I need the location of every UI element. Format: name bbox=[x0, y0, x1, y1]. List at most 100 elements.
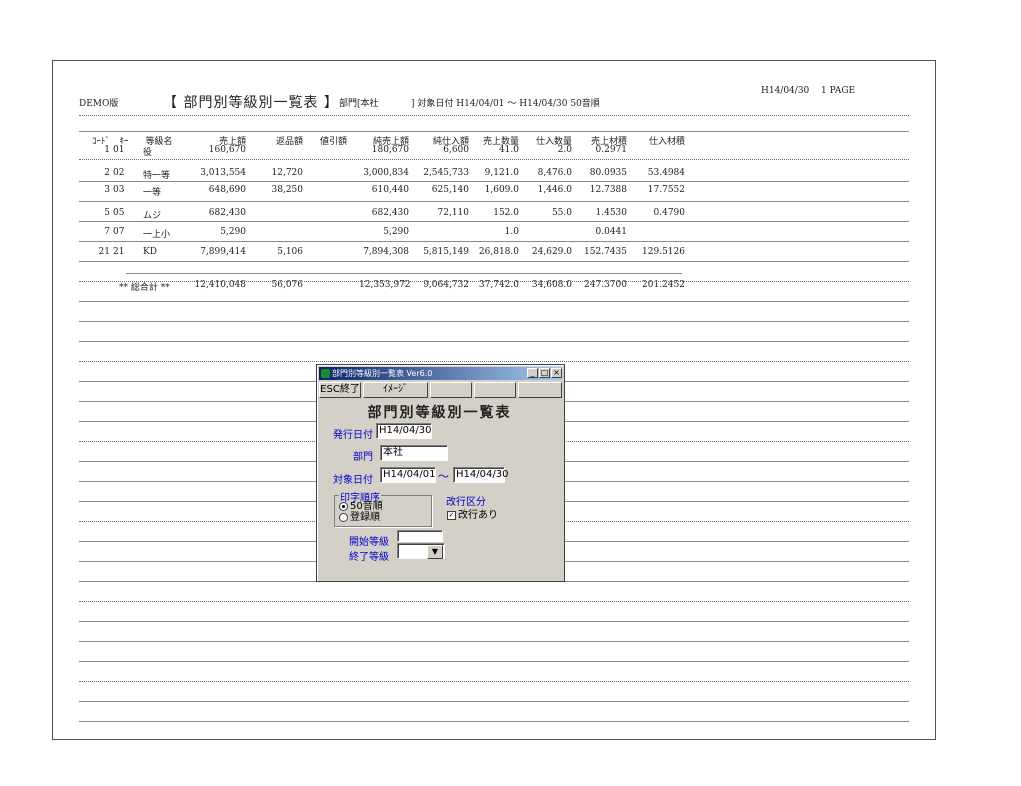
header-divider bbox=[79, 115, 909, 116]
row-divider bbox=[79, 261, 909, 262]
table-cell: 17.7552 bbox=[647, 185, 685, 195]
dept-field[interactable]: 本社 bbox=[380, 445, 448, 461]
table-cell: 55.0 bbox=[551, 208, 572, 218]
issue-date-field[interactable]: H14/04/30 bbox=[376, 423, 432, 439]
table-cell: 1.4530 bbox=[595, 208, 628, 218]
table-cell: 2 bbox=[104, 168, 110, 178]
table-cell: 07 bbox=[113, 227, 125, 237]
ruled-line bbox=[79, 301, 909, 302]
settings-dialog: 部門別等級別一覧表 Ver6.0 _ □ × ESC終了 ｲﾒｰｼﾞ 部門別等級… bbox=[316, 364, 565, 582]
start-grade-label: 開始等級 bbox=[349, 537, 389, 548]
order-option-registered[interactable]: 登録順 bbox=[339, 512, 380, 523]
table-cell: 9,121.0 bbox=[484, 168, 519, 178]
table-cell: 7 bbox=[104, 227, 110, 237]
table-cell: 12.7388 bbox=[589, 185, 627, 195]
toolbar-blank-button-2[interactable] bbox=[474, 382, 516, 398]
table-cell: 625,140 bbox=[431, 185, 469, 195]
table-cell: 0.2971 bbox=[595, 145, 628, 155]
table-cell: 1 bbox=[104, 145, 110, 155]
table-cell: 03 bbox=[113, 185, 125, 195]
radio-selected-icon bbox=[339, 501, 348, 511]
window-title: 部門別等級別一覧表 Ver6.0 bbox=[332, 369, 433, 378]
table-cell: 2.0 bbox=[557, 145, 572, 155]
table-cell: 5,815,149 bbox=[423, 247, 469, 257]
ruled-line bbox=[79, 721, 909, 722]
row-divider bbox=[79, 159, 909, 160]
print-order-group: 印字順序 50音順 登録順 bbox=[334, 489, 432, 527]
table-cell: 一上小 bbox=[143, 230, 171, 240]
table-cell: 0.0441 bbox=[595, 227, 628, 237]
table-top-rule bbox=[79, 131, 909, 132]
column-header: 仕入材積 bbox=[648, 137, 685, 147]
table-cell: 80.0935 bbox=[589, 168, 627, 178]
table-cell: 7,899,414 bbox=[200, 247, 246, 257]
dialog-titlebar[interactable]: 部門別等級別一覧表 Ver6.0 _ □ × bbox=[319, 367, 562, 380]
start-grade-field[interactable] bbox=[397, 530, 443, 542]
target-date-from-field[interactable]: H14/04/01 bbox=[380, 467, 436, 483]
table-cell: 1,446.0 bbox=[537, 185, 572, 195]
table-cell: 12,720 bbox=[271, 168, 304, 178]
table-cell: 7,894,308 bbox=[363, 247, 409, 257]
table-cell: 72,110 bbox=[437, 208, 470, 218]
table-cell: 01 bbox=[113, 145, 125, 155]
issue-date-label: 発行日付 bbox=[333, 430, 373, 441]
table-cell: 8,476.0 bbox=[537, 168, 572, 178]
table-cell: 3 bbox=[104, 185, 110, 195]
table-cell: 3,000,834 bbox=[363, 168, 409, 178]
table-cell: 53.4984 bbox=[647, 168, 685, 178]
table-cell: 0.4790 bbox=[653, 208, 686, 218]
end-grade-label: 終了等級 bbox=[349, 552, 389, 563]
table-cell: 682,430 bbox=[208, 208, 246, 218]
table-cell: 1,609.0 bbox=[484, 185, 519, 195]
total-rule bbox=[126, 273, 682, 274]
ruled-line bbox=[79, 701, 909, 702]
table-cell: 38,250 bbox=[271, 185, 304, 195]
radio-unselected-icon bbox=[339, 512, 348, 522]
ruled-line bbox=[79, 321, 909, 322]
row-divider bbox=[79, 201, 909, 202]
table-cell: 05 bbox=[113, 208, 125, 218]
close-button[interactable]: × bbox=[551, 368, 562, 378]
image-preview-button[interactable]: ｲﾒｰｼﾞ bbox=[363, 382, 428, 398]
table-cell: 160,670 bbox=[208, 145, 246, 155]
column-header: 返品額 bbox=[275, 137, 303, 147]
table-cell: 3,013,554 bbox=[200, 168, 246, 178]
row-divider bbox=[79, 181, 909, 182]
esc-exit-button[interactable]: ESC終了 bbox=[319, 382, 361, 398]
order-option-50on[interactable]: 50音順 bbox=[339, 501, 383, 512]
table-cell: 一等 bbox=[143, 188, 162, 198]
table-cell: 24,629.0 bbox=[531, 247, 572, 257]
table-cell: 21 bbox=[113, 247, 125, 257]
page-break-checkbox[interactable]: ✓ 改行あり bbox=[447, 510, 498, 521]
table-cell: 180,670 bbox=[371, 145, 409, 155]
ruled-line bbox=[79, 641, 909, 642]
ruled-line bbox=[79, 341, 909, 342]
ruled-line bbox=[79, 621, 909, 622]
toolbar-blank-button-3[interactable] bbox=[518, 382, 562, 398]
chevron-down-icon[interactable]: ▼ bbox=[427, 545, 443, 559]
app-icon bbox=[321, 369, 330, 378]
table-cell: 02 bbox=[113, 168, 125, 178]
ruled-line bbox=[79, 601, 909, 602]
table-cell: 129.5126 bbox=[642, 247, 685, 257]
dialog-heading: 部門別等級別一覧表 bbox=[367, 405, 512, 421]
table-cell: 26,818.0 bbox=[478, 247, 519, 257]
maximize-button[interactable]: □ bbox=[539, 368, 550, 378]
table-cell: 610,440 bbox=[371, 185, 409, 195]
checkbox-checked-icon: ✓ bbox=[447, 510, 456, 520]
table-cell: 役 bbox=[143, 148, 153, 158]
report-date: H14/04/30 bbox=[761, 86, 810, 96]
end-grade-select[interactable]: ▼ bbox=[397, 543, 445, 559]
ruled-line bbox=[79, 361, 909, 362]
target-date-label: 対象日付 bbox=[333, 475, 373, 486]
table-cell: 5,290 bbox=[383, 227, 409, 237]
toolbar-blank-button-1[interactable] bbox=[430, 382, 472, 398]
report-range: ] 対象日付 H14/04/01 ～ H14/04/30 50音順 bbox=[411, 99, 600, 109]
minimize-button[interactable]: _ bbox=[527, 368, 538, 378]
target-date-to-field[interactable]: H14/04/30 bbox=[453, 467, 508, 483]
table-cell: KD bbox=[143, 247, 157, 257]
table-cell: 1.0 bbox=[504, 227, 519, 237]
table-cell: ムジ bbox=[143, 211, 162, 221]
ruled-line bbox=[79, 661, 909, 662]
ruled-line bbox=[79, 681, 909, 682]
